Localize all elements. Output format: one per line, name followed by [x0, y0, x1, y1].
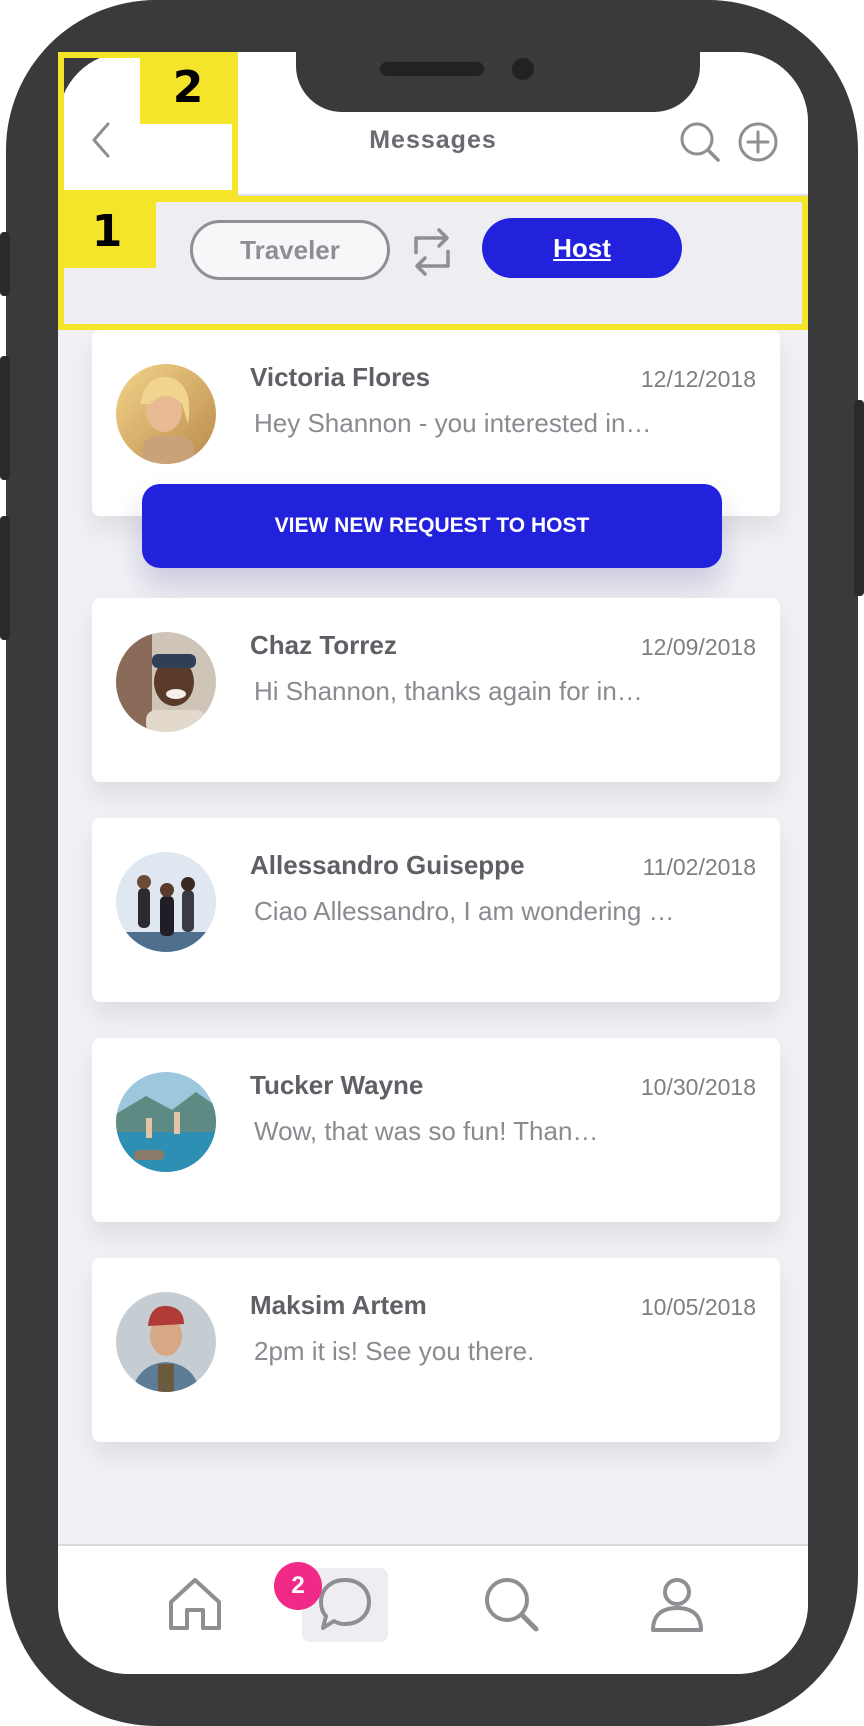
home-icon — [169, 1578, 221, 1630]
conversation-card[interactable]: Tucker Wayne 10/30/2018 Wow, that was so… — [92, 1038, 780, 1222]
tab-profile[interactable] — [634, 1568, 720, 1642]
search-button[interactable] — [678, 120, 722, 164]
view-host-request-button[interactable]: VIEW NEW REQUEST TO HOST — [142, 484, 722, 568]
side-button — [0, 356, 10, 480]
profile-icon — [651, 1578, 703, 1632]
contact-name: Chaz Torrez — [250, 630, 397, 660]
traveler-toggle-button[interactable]: Traveler — [190, 220, 390, 280]
side-button — [0, 516, 10, 640]
unread-badge: 2 — [274, 1562, 322, 1610]
app-screen: Messages Traveler Host Victoria Flores 1… — [58, 52, 808, 1674]
contact-name: Tucker Wayne — [250, 1070, 424, 1100]
phone-notch — [296, 52, 700, 112]
avatar — [116, 1072, 216, 1172]
message-preview: Ciao Allessandro, I am wondering … — [254, 896, 675, 926]
role-toggle-bar: Traveler Host — [58, 196, 808, 322]
host-toggle-button[interactable]: Host — [482, 218, 682, 278]
avatar — [116, 1292, 216, 1392]
annotation-label-2: 2 — [140, 52, 236, 124]
avatar — [116, 364, 216, 464]
message-date: 10/30/2018 — [640, 1074, 756, 1100]
phone-speaker — [380, 62, 484, 76]
swap-role-button[interactable] — [406, 224, 458, 280]
message-date: 12/09/2018 — [640, 634, 756, 660]
contact-name: Allessandro Guiseppe — [250, 850, 525, 880]
side-button — [0, 232, 10, 296]
contact-name: Maksim Artem — [250, 1290, 427, 1320]
plus-circle-icon — [738, 122, 778, 162]
contact-name: Victoria Flores — [250, 362, 431, 392]
bottom-tab-bar: 2 — [58, 1544, 808, 1674]
message-date: 12/12/2018 — [640, 366, 756, 392]
search-icon — [485, 1578, 539, 1632]
conversation-card[interactable]: Maksim Artem 10/05/2018 2pm it is! See y… — [92, 1258, 780, 1442]
tab-search[interactable] — [468, 1568, 554, 1642]
new-message-button[interactable] — [736, 120, 780, 164]
conversation-card[interactable]: Chaz Torrez 12/09/2018 Hi Shannon, thank… — [92, 598, 780, 782]
chat-icon — [319, 1578, 371, 1630]
message-date: 11/02/2018 — [642, 854, 756, 880]
message-date: 10/05/2018 — [640, 1294, 756, 1320]
search-icon — [680, 122, 720, 162]
tab-home[interactable] — [152, 1568, 238, 1642]
message-preview: Hi Shannon, thanks again for in… — [254, 676, 643, 706]
message-preview: Hey Shannon - you interested in… — [254, 408, 652, 438]
message-preview: Wow, that was so fun! Than… — [254, 1116, 599, 1146]
conversation-card[interactable]: Allessandro Guiseppe 11/02/2018 Ciao All… — [92, 818, 780, 1002]
avatar — [116, 632, 216, 732]
phone-camera — [512, 58, 534, 80]
annotation-label-1: 1 — [58, 196, 156, 268]
avatar — [116, 852, 216, 952]
message-preview: 2pm it is! See you there. — [254, 1336, 535, 1366]
side-button — [854, 400, 864, 596]
swap-arrows-icon — [414, 228, 450, 276]
